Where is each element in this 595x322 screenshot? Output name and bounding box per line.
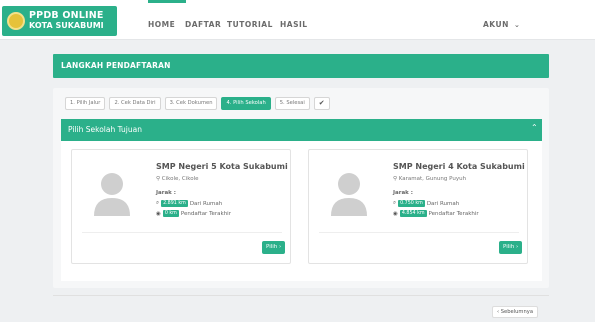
user-circle-icon: ◉ xyxy=(156,210,161,217)
account-menu[interactable]: AKUN ⌄ xyxy=(483,20,520,29)
step-cek-dokumen[interactable]: 3. Cek Dokumen xyxy=(164,97,218,110)
crest-logo-icon xyxy=(7,12,25,30)
distance-home-row: ⌕ 2.891 km Dari Rumah xyxy=(156,200,223,207)
distance-last-row: ◉ 4.854 km Pendaftar Terakhir xyxy=(393,210,479,217)
step-tabs: 1. Pilih Jalur 2. Cek Data Diri 3. Cek D… xyxy=(65,97,330,110)
distance-home-badge: 2.891 km xyxy=(161,200,188,207)
bottom-divider xyxy=(53,295,549,296)
map-pin-icon: ⚲ xyxy=(393,176,398,182)
route-icon: ⌕ xyxy=(156,200,160,206)
user-circle-icon: ◉ xyxy=(393,210,398,217)
school-list: SMP Negeri 5 Kota Sukabumi ⚲ Cikole, Cik… xyxy=(61,141,542,281)
distance-label: Jarak : xyxy=(156,190,176,196)
route-icon: ⌕ xyxy=(393,200,397,206)
pilih-button[interactable]: Pilih › xyxy=(262,241,286,254)
step-cek-data-diri[interactable]: 2. Cek Data Diri xyxy=(109,97,161,110)
distance-last-badge: 0 km xyxy=(162,210,179,217)
pilih-button[interactable]: Pilih › xyxy=(499,241,523,254)
distance-last-badge: 4.854 km xyxy=(399,210,427,217)
school-name: SMP Negeri 5 Kota Sukabumi xyxy=(156,162,288,171)
step-pilih-sekolah[interactable]: 4. Pilih Sekolah xyxy=(221,97,271,110)
registration-panel: 1. Pilih Jalur 2. Cek Data Diri 3. Cek D… xyxy=(53,88,549,288)
avatar-placeholder-icon xyxy=(331,173,367,216)
steps-header-title: LANGKAH PENDAFTARAN xyxy=(61,61,171,70)
distance-last-row: ◉ 0 km Pendaftar Terakhir xyxy=(156,210,231,217)
steps-header: LANGKAH PENDAFTARAN xyxy=(53,54,549,78)
school-address: ⚲ Karamat, Gunung Puyuh xyxy=(393,176,467,182)
school-address: ⚲ Cikole, Cikole xyxy=(156,176,199,182)
school-card: SMP Negeri 4 Kota Sukabumi ⚲ Karamat, Gu… xyxy=(308,149,528,264)
avatar-placeholder-icon xyxy=(94,173,130,216)
school-name: SMP Negeri 4 Kota Sukabumi xyxy=(393,162,525,171)
step-check-icon[interactable]: ✔ xyxy=(313,97,330,110)
nav-hasil[interactable]: HASIL xyxy=(280,20,308,29)
nav-tutorial[interactable]: TUTORIAL xyxy=(227,20,273,29)
nav-daftar[interactable]: DAFTAR xyxy=(185,20,221,29)
school-card: SMP Negeri 5 Kota Sukabumi ⚲ Cikole, Cik… xyxy=(71,149,291,264)
top-navbar: PPDB ONLINE KOTA SUKABUMI HOME DAFTAR TU… xyxy=(0,0,595,40)
chevron-right-icon: › xyxy=(516,244,519,250)
chevron-right-icon: › xyxy=(279,244,282,250)
previous-button[interactable]: ‹ Sebelumnya xyxy=(492,306,539,318)
chevron-up-icon[interactable]: ⌃ xyxy=(531,123,538,132)
section-title: Pilih Sekolah Tujuan xyxy=(68,125,142,134)
card-divider xyxy=(82,232,282,233)
card-divider xyxy=(319,232,519,233)
distance-home-row: ⌕ 0.750 km Dari Rumah xyxy=(393,200,460,207)
distance-home-badge: 0.750 km xyxy=(398,200,425,207)
brand-logo-link[interactable]: PPDB ONLINE KOTA SUKABUMI xyxy=(2,6,117,36)
brand-title: PPDB ONLINE xyxy=(29,10,104,21)
brand-subtitle: KOTA SUKABUMI xyxy=(29,21,104,30)
account-label: AKUN xyxy=(483,20,509,29)
chevron-left-icon: ‹ xyxy=(497,309,500,315)
section-header[interactable]: Pilih Sekolah Tujuan ⌃ xyxy=(61,119,542,141)
nav-active-indicator xyxy=(148,0,186,3)
step-selesai[interactable]: 5. Selesai xyxy=(274,97,310,110)
distance-label: Jarak : xyxy=(393,190,413,196)
step-pilih-jalur[interactable]: 1. Pilih Jalur xyxy=(65,97,106,110)
nav-home[interactable]: HOME xyxy=(148,20,175,29)
chevron-down-icon: ⌄ xyxy=(513,21,521,29)
map-pin-icon: ⚲ xyxy=(156,176,161,182)
